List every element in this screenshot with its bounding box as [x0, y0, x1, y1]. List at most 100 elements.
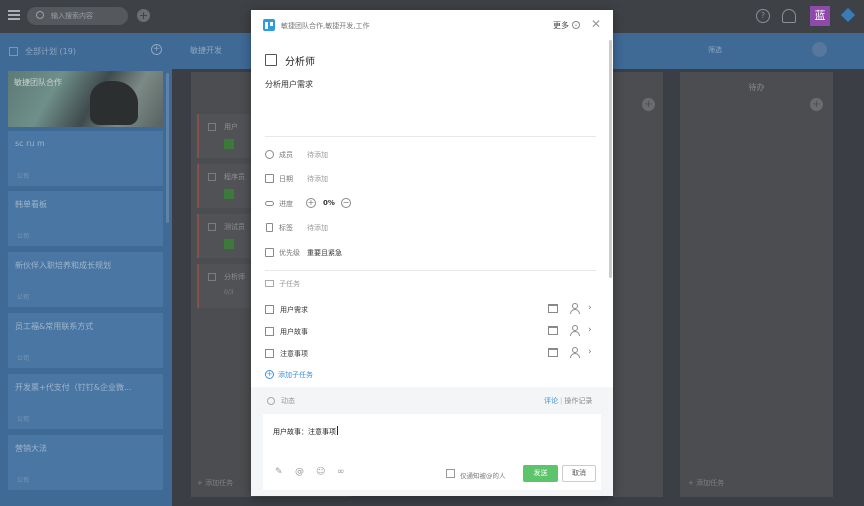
breadcrumb[interactable]: 敏捷团队合作,敏捷开发,工作: [281, 21, 369, 31]
sidebar-scrollbar[interactable]: [166, 73, 169, 223]
project-card[interactable]: 员工福&常用联系方式 公司: [8, 313, 163, 368]
task-description[interactable]: 分析用户需求: [265, 79, 313, 90]
task-card[interactable]: 分析师 0/3: [197, 264, 255, 308]
plan-list-icon: [9, 47, 18, 56]
calendar-icon[interactable]: [548, 304, 558, 313]
project-card[interactable]: 韩单看板 公司: [8, 191, 163, 246]
add-icon[interactable]: +: [137, 9, 150, 22]
subtask-checkbox[interactable]: [265, 349, 274, 358]
priority-label: 优先级: [279, 249, 300, 257]
close-icon[interactable]: ✕: [590, 18, 602, 30]
task-card[interactable]: 程序员: [197, 164, 255, 208]
add-plan-icon[interactable]: +: [151, 44, 162, 55]
task-checkbox[interactable]: [208, 273, 216, 281]
add-task-button[interactable]: + 添加任务: [197, 478, 233, 488]
subtask-row[interactable]: 注意事项 ›: [265, 347, 597, 361]
chevron-right-icon[interactable]: ›: [588, 347, 592, 357]
calendar-icon[interactable]: [548, 348, 558, 357]
task-checkbox[interactable]: [208, 173, 216, 181]
progress-increase-button[interactable]: +: [306, 198, 316, 208]
more-icon[interactable]: ⌄: [572, 21, 580, 29]
mention-icon[interactable]: @: [295, 467, 304, 477]
date-row[interactable]: 日期 待添加: [265, 172, 595, 186]
notify-checkbox[interactable]: [446, 469, 455, 478]
board-name[interactable]: 敏捷开发: [190, 45, 222, 56]
user-icon[interactable]: [570, 303, 580, 314]
subtask-row[interactable]: 用户需求 ›: [265, 303, 597, 317]
project-card[interactable]: sc ru m 公司: [8, 131, 163, 186]
attachment-icon[interactable]: ✎: [275, 467, 283, 477]
tag-value[interactable]: 待添加: [307, 223, 328, 233]
member-label: 成员: [279, 151, 293, 159]
task-checkbox[interactable]: [208, 223, 216, 231]
filter-label[interactable]: 筛选: [708, 45, 722, 55]
subtask-name[interactable]: 用户故事: [280, 327, 308, 337]
emoji-icon[interactable]: ☺: [316, 467, 325, 477]
tag-row[interactable]: 标签 待添加: [265, 221, 595, 235]
board-logo-icon: [263, 19, 275, 31]
help-icon[interactable]: ?: [756, 9, 770, 23]
comment-text: 用户故事：注意事项: [273, 428, 336, 436]
modal-scrollbar[interactable]: [609, 40, 612, 278]
progress-decrease-button[interactable]: −: [341, 198, 351, 208]
subtask-checkbox[interactable]: [265, 305, 274, 314]
chevron-right-icon[interactable]: ›: [588, 303, 592, 313]
user-icon[interactable]: [570, 325, 580, 336]
activity-label: 动态: [281, 397, 295, 405]
tab-operation-log[interactable]: 操作记录: [564, 397, 592, 405]
board-view-icon[interactable]: [812, 42, 827, 57]
search-icon: [36, 11, 44, 19]
task-card[interactable]: 用户: [197, 114, 255, 158]
project-badge: 公司: [17, 416, 30, 423]
date-value[interactable]: 待添加: [307, 174, 328, 184]
priority-row[interactable]: 优先级 重要且紧急: [265, 246, 595, 260]
send-button[interactable]: 发送: [523, 465, 558, 482]
search-input[interactable]: [51, 9, 123, 23]
bell-icon[interactable]: [782, 9, 796, 23]
task-title[interactable]: 分析师: [285, 53, 315, 68]
comment-box[interactable]: 用户故事：注意事项 ✎ @ ☺ ∞ 仅通知被@的人 发送 取消: [263, 414, 601, 490]
task-complete-checkbox[interactable]: [265, 54, 277, 66]
project-badge: 公司: [17, 294, 30, 301]
progress-icon: [265, 201, 274, 206]
link-icon[interactable]: ∞: [337, 467, 345, 477]
priority-value[interactable]: 重要且紧急: [307, 248, 342, 258]
menu-icon[interactable]: [8, 10, 20, 20]
sidebar-header: 全部计划 (19) +: [0, 33, 172, 69]
project-card[interactable]: 营销大法 公司: [8, 435, 163, 490]
cancel-button[interactable]: 取消: [562, 465, 596, 482]
project-name: 开发票+代支付（钉钉&企业微...: [15, 383, 132, 392]
add-subtask-label: 添加子任务: [278, 371, 313, 379]
more-button[interactable]: 更多: [553, 20, 569, 31]
project-card[interactable]: 新伙伴入职培养和成长规划 公司: [8, 252, 163, 307]
column-add-icon[interactable]: +: [642, 98, 655, 111]
avatar[interactable]: 蓝: [810, 6, 830, 26]
subtask-row[interactable]: 用户故事 ›: [265, 325, 597, 339]
subtask-name[interactable]: 注意事项: [280, 349, 308, 359]
project-card-active[interactable]: 敏捷团队合作: [8, 71, 163, 127]
add-task-label: 添加任务: [696, 479, 725, 487]
subtask-checkbox[interactable]: [265, 327, 274, 336]
progress-value: 0%: [323, 199, 335, 207]
chevron-right-icon[interactable]: ›: [588, 325, 592, 335]
sidebar-title[interactable]: 全部计划 (19): [25, 46, 76, 57]
diamond-icon[interactable]: [840, 7, 856, 23]
comment-input[interactable]: 用户故事：注意事项: [273, 426, 338, 437]
task-card[interactable]: 测试员: [197, 214, 255, 258]
task-checkbox[interactable]: [208, 123, 216, 131]
calendar-icon[interactable]: [548, 326, 558, 335]
tab-comment[interactable]: 评论: [544, 397, 558, 405]
subtask-icon: [265, 280, 274, 287]
task-name: 用户: [224, 123, 238, 131]
user-icon[interactable]: [570, 347, 580, 358]
column-add-icon[interactable]: +: [810, 98, 823, 111]
calendar-icon: [265, 174, 274, 183]
search-box[interactable]: [27, 7, 128, 25]
board-column: 待办 + + 添加任务: [680, 72, 833, 497]
add-task-button[interactable]: + 添加任务: [688, 478, 724, 488]
priority-icon: [265, 248, 274, 257]
member-row[interactable]: 成员 待添加: [265, 148, 595, 162]
subtask-name[interactable]: 用户需求: [280, 305, 308, 315]
member-value[interactable]: 待添加: [307, 150, 328, 160]
project-card[interactable]: 开发票+代支付（钉钉&企业微... 公司: [8, 374, 163, 429]
